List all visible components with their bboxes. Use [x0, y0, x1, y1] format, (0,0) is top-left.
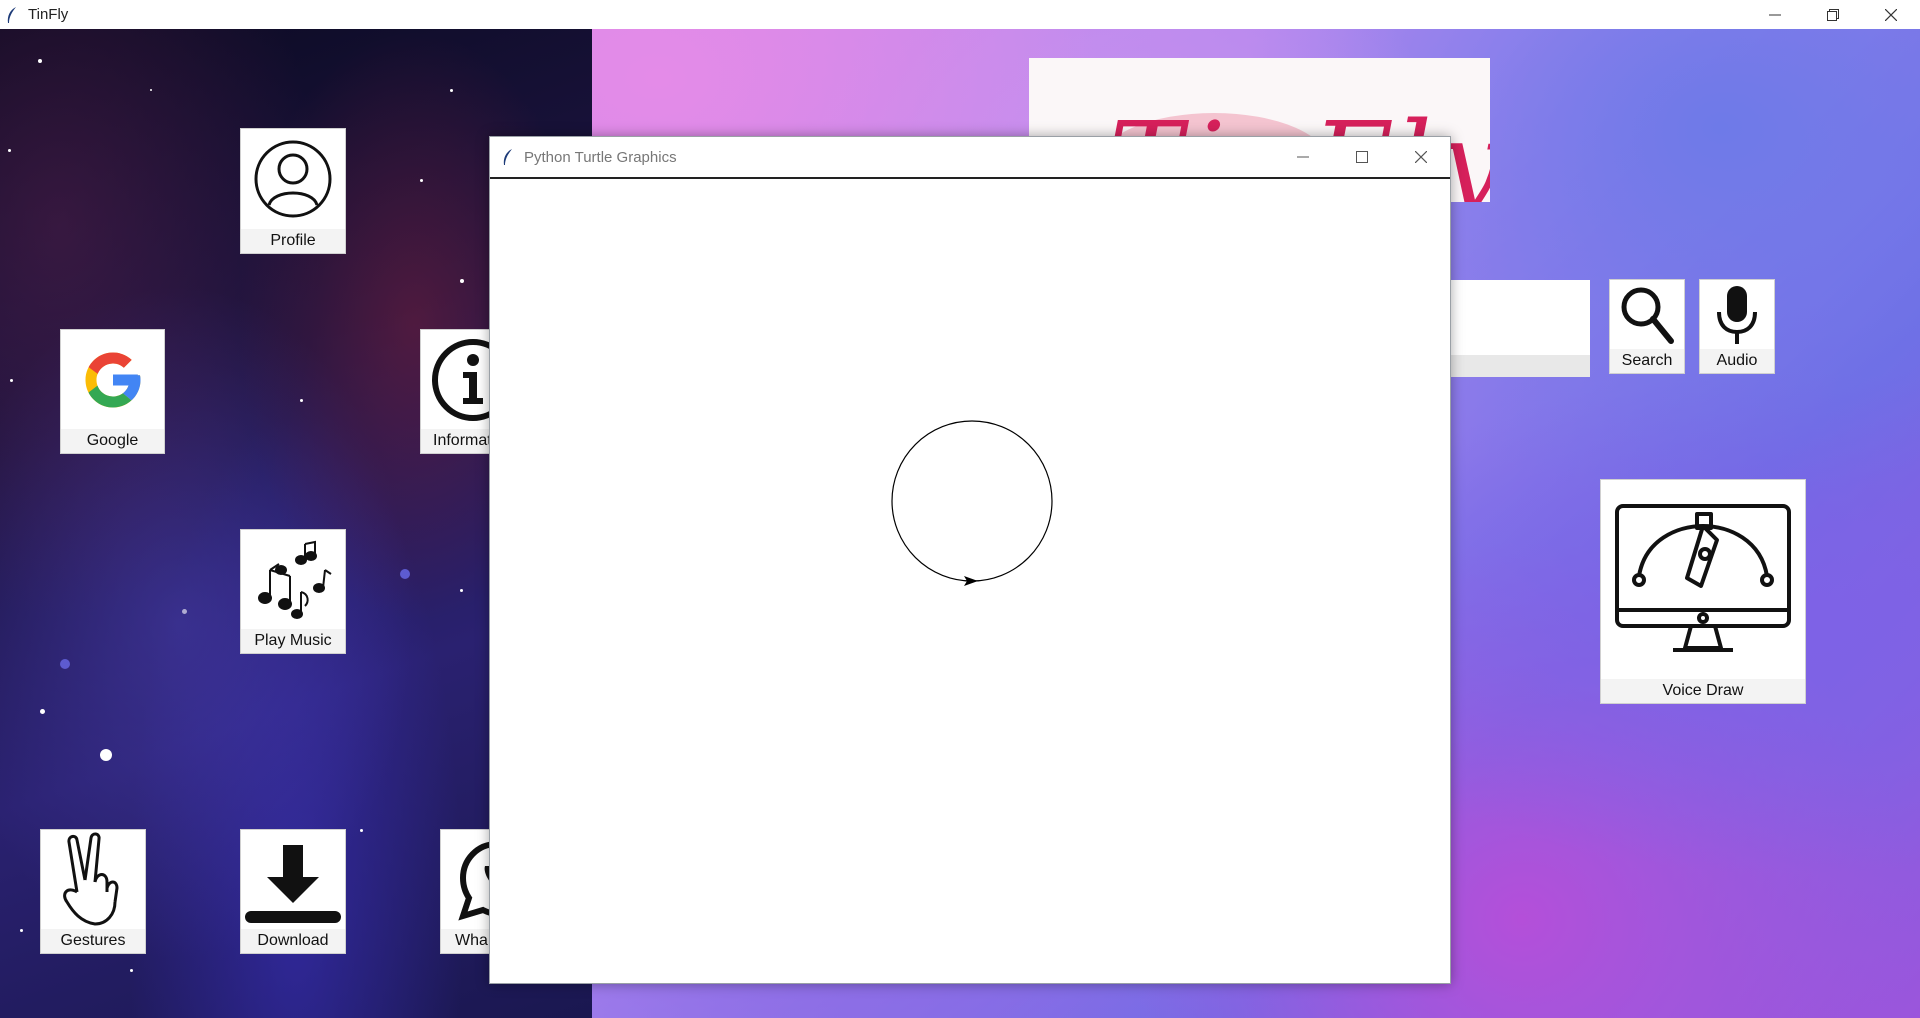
restore-icon: [1827, 8, 1839, 21]
gestures-label: Gestures: [60, 932, 126, 949]
restore-button[interactable]: [1804, 0, 1862, 29]
information-label: Informat: [433, 432, 492, 449]
turtle-graphics-window[interactable]: Python Turtle Graphics: [489, 136, 1451, 984]
audio-label: Audio: [1716, 352, 1758, 369]
monitor-drawing-icon: [1615, 503, 1791, 652]
feather-icon: [503, 149, 512, 165]
minimize-icon: [1769, 14, 1781, 15]
close-icon: [1414, 151, 1427, 163]
search-input[interactable]: [1449, 280, 1590, 377]
gestures-tile[interactable]: Gestures: [40, 829, 146, 954]
turtle-close-button[interactable]: [1391, 137, 1450, 177]
turtle-maximize-button[interactable]: [1332, 137, 1391, 177]
download-icon: [245, 844, 341, 923]
window-controls: [1746, 0, 1920, 29]
google-tile[interactable]: Google: [60, 329, 165, 454]
minimize-button[interactable]: [1746, 0, 1804, 29]
download-tile[interactable]: Download: [240, 829, 346, 954]
profile-label: Profile: [270, 232, 316, 249]
google-label: Google: [86, 432, 139, 449]
play-music-label: Play Music: [254, 632, 332, 649]
minimize-icon: [1296, 156, 1309, 158]
turtle-canvas[interactable]: [494, 179, 1444, 979]
main-titlebar: TinFly: [0, 0, 1920, 29]
magnifier-icon: [1621, 287, 1674, 344]
turtle-window-title: Python Turtle Graphics: [524, 148, 677, 166]
app-title: TinFly: [28, 6, 69, 23]
profile-tile[interactable]: Profile: [240, 128, 346, 254]
maximize-icon: [1355, 151, 1368, 163]
audio-button[interactable]: Audio: [1699, 279, 1775, 374]
turtle-titlebar: Python Turtle Graphics: [490, 137, 1450, 179]
feather-icon: [7, 6, 16, 23]
play-music-tile[interactable]: Play Music: [240, 529, 346, 654]
user-circle-icon: [254, 140, 332, 218]
turtle-minimize-button[interactable]: [1273, 137, 1332, 177]
microphone-icon: [1717, 285, 1757, 344]
voice-draw-label: Voice Draw: [1662, 682, 1744, 699]
voice-draw-tile[interactable]: Voice Draw: [1600, 479, 1806, 704]
turtle-drawing: [891, 420, 1053, 586]
search-label: Search: [1621, 352, 1673, 369]
peace-hand-icon: [63, 832, 119, 925]
search-button[interactable]: Search: [1609, 279, 1685, 374]
google-g-icon: [85, 352, 140, 407]
drawn-circle: [891, 420, 1053, 582]
turtle-window-controls: [1273, 137, 1450, 177]
close-button[interactable]: [1862, 0, 1920, 29]
download-label: Download: [257, 932, 329, 949]
close-icon: [1885, 8, 1897, 21]
whatsapp-label: Wha: [455, 932, 488, 949]
music-notes-icon: [258, 540, 332, 619]
